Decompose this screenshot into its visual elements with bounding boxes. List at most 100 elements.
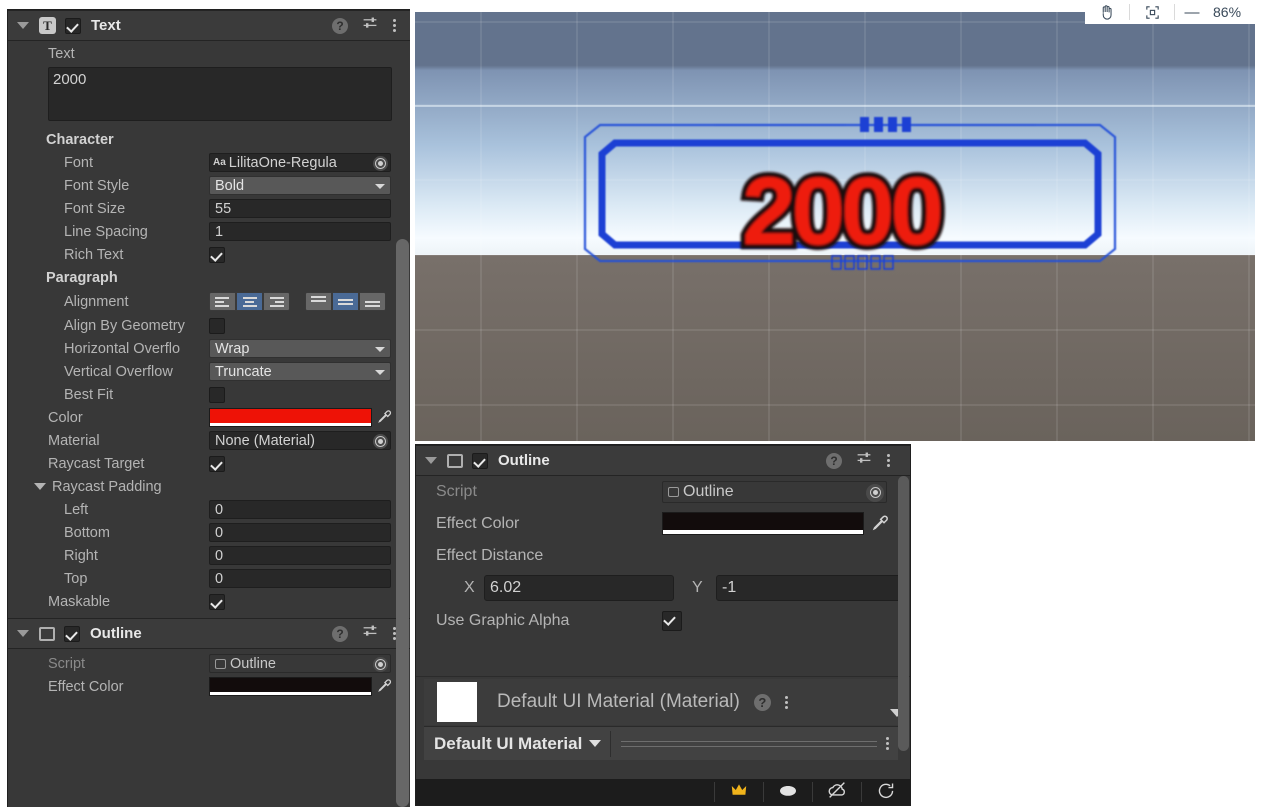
inspector-scrollbar-thumb[interactable] <box>396 239 409 807</box>
effect-distance-x-input[interactable]: 6.02 <box>484 574 674 601</box>
align-bottom-button[interactable] <box>359 292 386 311</box>
help-icon[interactable]: ? <box>332 17 348 34</box>
use-graphic-alpha-checkbox[interactable] <box>662 610 682 631</box>
paragraph-section-label: Paragraph <box>46 269 118 286</box>
rich-text-checkbox[interactable] <box>209 246 225 263</box>
preset-icon[interactable] <box>362 623 378 644</box>
chevron-down-icon <box>375 184 385 189</box>
raycast-padding-row[interactable]: Raycast Padding <box>8 475 410 498</box>
horizontal-overflow-value: Wrap <box>215 340 250 357</box>
eyedropper-icon[interactable] <box>375 409 392 426</box>
eyedropper-icon[interactable] <box>375 678 392 695</box>
font-style-dropdown[interactable]: Bold <box>209 176 391 195</box>
kebab-menu-icon[interactable] <box>885 737 889 750</box>
inspector-panel[interactable]: T Text ? Text 2000 Character Font Aa Lil… <box>7 9 410 807</box>
maskable-checkbox[interactable] <box>209 593 225 610</box>
color-row: Color <box>8 406 410 429</box>
padding-input-1[interactable]: 0 <box>209 523 391 542</box>
font-size-input[interactable]: 55 <box>209 199 391 218</box>
align-left-button[interactable] <box>209 292 236 311</box>
align-middle-button[interactable] <box>332 292 359 311</box>
inspector-scrollbar[interactable] <box>396 239 409 807</box>
zoom-level-label[interactable]: 86% <box>1209 4 1261 20</box>
font-object-field[interactable]: Aa LilitaOne-Regula <box>209 153 391 172</box>
foldout-arrow-icon[interactable] <box>17 22 29 29</box>
outline-component-header-float[interactable]: Outline ? <box>416 445 910 476</box>
material-footer-bar[interactable]: Default UI Material <box>424 726 898 760</box>
text-textarea[interactable]: 2000 <box>48 67 392 121</box>
outline-effect-color-swatch[interactable] <box>209 677 372 696</box>
color-swatch[interactable] <box>209 408 372 427</box>
effect-distance-x-label: X <box>464 578 475 596</box>
foldout-arrow-icon[interactable] <box>17 630 29 637</box>
help-icon[interactable]: ? <box>332 625 348 642</box>
outline-component-header-left[interactable]: Outline ? <box>8 618 410 649</box>
vertical-overflow-dropdown[interactable]: Truncate <box>209 362 391 381</box>
padding-input-0[interactable]: 0 <box>209 500 391 519</box>
rotate-icon[interactable] <box>862 781 910 804</box>
align-top-button[interactable] <box>305 292 332 311</box>
horizontal-overflow-dropdown[interactable]: Wrap <box>209 339 391 358</box>
text-component-header[interactable]: T Text ? <box>8 10 410 41</box>
text-enabled-checkbox[interactable] <box>65 17 81 34</box>
float-panel-scrollbar-thumb[interactable] <box>898 476 909 751</box>
text-component-title: Text <box>91 17 121 34</box>
font-size-label: Font Size <box>64 200 126 217</box>
zoom-out-button[interactable]: — <box>1175 4 1209 21</box>
hand-tool-icon[interactable] <box>1085 3 1129 21</box>
rich-text-label: Rich Text <box>64 246 124 263</box>
vertical-overflow-value: Truncate <box>215 363 272 380</box>
help-icon[interactable]: ? <box>826 452 842 469</box>
alignment-horizontal-group[interactable] <box>209 292 290 311</box>
foldout-arrow-icon[interactable] <box>425 457 437 464</box>
outline-effect-color-swatch[interactable] <box>662 512 864 535</box>
kebab-menu-icon[interactable] <box>785 695 789 709</box>
kebab-menu-icon[interactable] <box>886 454 890 467</box>
align-by-geometry-checkbox[interactable] <box>209 317 225 334</box>
float-panel-scrollbar[interactable] <box>898 476 909 751</box>
kebab-menu-icon[interactable] <box>392 19 396 32</box>
preset-icon[interactable] <box>362 15 378 36</box>
outline-script-value: Outline <box>683 482 734 500</box>
font-picker-icon[interactable] <box>373 156 388 171</box>
viewport-toolbar[interactable]: — 86% <box>1085 0 1261 24</box>
help-icon[interactable]: ? <box>753 693 771 711</box>
script-picker-icon[interactable] <box>373 657 388 672</box>
frame-selected-icon[interactable] <box>1130 4 1174 21</box>
raycast-target-checkbox[interactable] <box>209 455 225 472</box>
line-spacing-input[interactable]: 1 <box>209 222 391 241</box>
material-preview-toolbar[interactable] <box>416 779 910 805</box>
script-picker-icon[interactable] <box>866 483 884 502</box>
font-style-label: Font Style <box>64 177 130 194</box>
game-view[interactable]: 2000 <box>415 12 1255 441</box>
cloud-icon[interactable] <box>813 781 861 804</box>
best-fit-checkbox[interactable] <box>209 386 225 403</box>
effect-distance-y-input[interactable]: -1 <box>716 574 906 601</box>
raycast-padding-row-right: Right 0 <box>8 544 410 567</box>
chevron-down-icon[interactable] <box>589 740 602 747</box>
font-value: LilitaOne-Regula <box>228 154 337 171</box>
outline-floating-inspector[interactable]: Outline ? Script Outline Effect Color Ef… <box>415 444 911 806</box>
material-picker-icon[interactable] <box>373 434 388 449</box>
outline-enabled-checkbox[interactable] <box>472 452 488 469</box>
material-shader-slider[interactable] <box>621 740 877 747</box>
align-center-button[interactable] <box>236 292 263 311</box>
material-preview-header[interactable]: Default UI Material (Material) ? <box>424 679 898 725</box>
eyedropper-icon[interactable] <box>869 514 889 534</box>
best-fit-label: Best Fit <box>64 386 114 403</box>
maskable-row: Maskable <box>8 590 410 613</box>
sphere-icon[interactable] <box>764 782 812 803</box>
lighting-icon[interactable] <box>715 782 763 803</box>
effect-distance-xy-row: X 6.02 Y -1 <box>416 571 910 604</box>
padding-label-3: Top <box>64 570 88 587</box>
padding-input-3[interactable]: 0 <box>209 569 391 588</box>
raycast-padding-foldout-icon[interactable] <box>34 483 46 490</box>
outline-enabled-checkbox[interactable] <box>64 625 80 642</box>
align-right-button[interactable] <box>263 292 290 311</box>
preset-icon[interactable] <box>856 450 872 471</box>
raycast-padding-row-top: Top 0 <box>8 567 410 590</box>
material-object-field[interactable]: None (Material) <box>209 431 391 450</box>
padding-input-2[interactable]: 0 <box>209 546 391 565</box>
alignment-vertical-group[interactable] <box>305 292 386 311</box>
material-footer-name[interactable]: Default UI Material <box>434 734 582 754</box>
